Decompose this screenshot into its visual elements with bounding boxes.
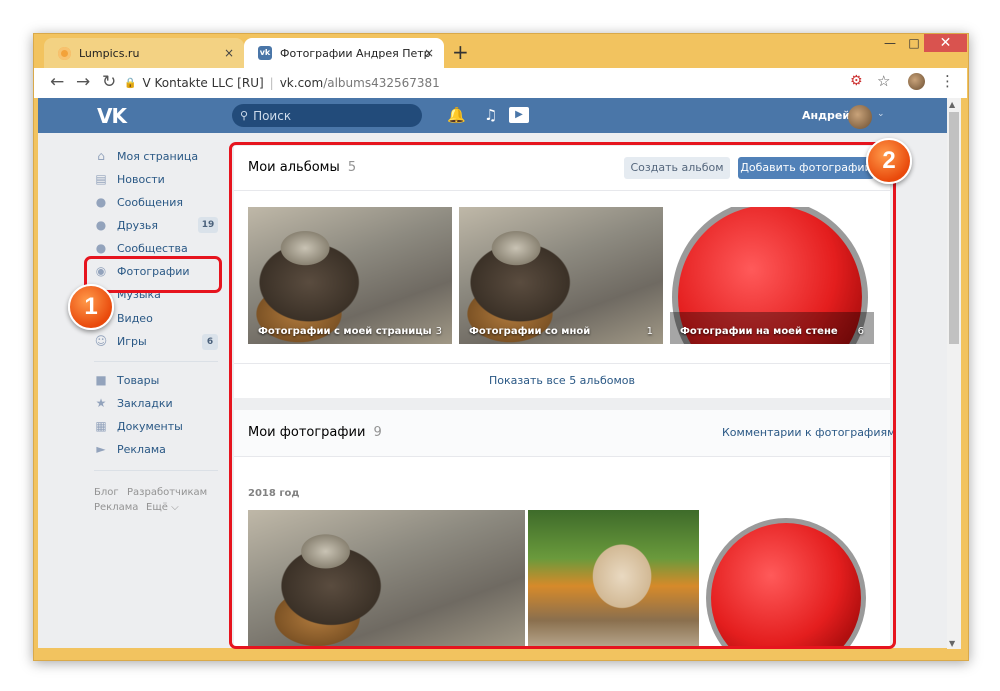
- tab-title: Фотографии Андрея Петрова –: [280, 46, 430, 60]
- sidebar-item-documents[interactable]: ▦ Документы: [94, 416, 183, 436]
- sidebar-item-bookmarks[interactable]: ★ Закладки: [94, 393, 173, 413]
- sidebar-item-label: Видео: [117, 311, 153, 325]
- footer-link-ads[interactable]: Реклама: [94, 502, 138, 513]
- sidebar-divider: [94, 361, 218, 362]
- forward-icon[interactable]: →: [76, 72, 90, 92]
- search-input[interactable]: ⚲ Поиск: [232, 104, 422, 127]
- sidebar-item-friends[interactable]: ● Друзья: [94, 215, 158, 235]
- shop-icon: ■: [95, 373, 107, 387]
- music-note-icon[interactable]: ♫: [484, 106, 497, 124]
- bell-icon[interactable]: 🔔: [447, 106, 466, 124]
- url-path: /albums432567381: [323, 76, 440, 90]
- document-icon: ▦: [95, 419, 107, 433]
- sidebar-item-my-page[interactable]: ⌂ Моя страница: [94, 146, 198, 166]
- close-tab-icon[interactable]: ×: [424, 46, 434, 60]
- vk-logo[interactable]: VK: [97, 104, 127, 128]
- news-icon: ▤: [95, 172, 107, 186]
- vk-favicon-icon: vk: [258, 46, 272, 60]
- sidebar-item-label: Игры: [117, 334, 147, 348]
- sidebar-item-goods[interactable]: ■ Товары: [94, 370, 159, 390]
- scrollbar-thumb[interactable]: [949, 112, 959, 344]
- bookmark-star-icon[interactable]: ☆: [877, 72, 890, 90]
- tab-title: Lumpics.ru: [79, 46, 140, 60]
- tab-vk-photos[interactable]: vk Фотографии Андрея Петрова – ×: [244, 38, 444, 68]
- footer-link-developers[interactable]: Разработчикам: [127, 487, 207, 498]
- chevron-down-icon[interactable]: ⌄: [877, 109, 885, 119]
- lumpics-favicon-icon: [58, 46, 71, 60]
- avatar[interactable]: [848, 105, 872, 129]
- scroll-up-icon[interactable]: ▲: [949, 100, 955, 109]
- sidebar-item-groups[interactable]: ● Сообщества: [94, 238, 188, 258]
- lock-icon: 🔒: [124, 77, 137, 89]
- footer-link-more[interactable]: Ещё ⌵: [146, 502, 179, 513]
- star-icon: ★: [95, 396, 107, 410]
- url-host: vk.com: [279, 76, 324, 90]
- sidebar-item-label: Новости: [117, 172, 165, 186]
- play-icon[interactable]: ▶: [509, 107, 529, 123]
- highlight-photos-menu: [84, 256, 222, 293]
- close-window-icon[interactable]: ✕: [924, 34, 967, 52]
- games-icon: ☺: [94, 334, 108, 348]
- friends-badge: 19: [198, 217, 218, 233]
- sidebar-item-label: Документы: [117, 419, 183, 433]
- annotation-marker-1: 1: [68, 284, 114, 330]
- sidebar-item-label: Сообщения: [117, 195, 184, 209]
- groups-icon: ●: [95, 241, 107, 255]
- sidebar-item-news[interactable]: ▤ Новости: [94, 169, 165, 189]
- search-icon: ⚲: [240, 109, 249, 122]
- new-tab-button[interactable]: +: [452, 40, 469, 64]
- site-info: V Kontakte LLC [RU]: [142, 76, 264, 90]
- extension-icon[interactable]: ⚙: [850, 73, 863, 89]
- annotation-marker-2: 2: [866, 138, 912, 184]
- games-badge: 6: [202, 334, 218, 350]
- friends-icon: ●: [95, 218, 107, 232]
- sidebar-item-label: Сообщества: [117, 241, 188, 255]
- sidebar-item-label: Моя страница: [117, 149, 199, 163]
- tab-lumpics[interactable]: Lumpics.ru ×: [44, 38, 244, 68]
- sidebar-item-label: Закладки: [117, 396, 173, 410]
- address-bar[interactable]: 🔒 V Kontakte LLC [RU] | vk.com /albums43…: [124, 72, 960, 94]
- sidebar-item-label: Друзья: [117, 218, 159, 232]
- search-placeholder: Поиск: [253, 108, 292, 123]
- home-icon: ⌂: [97, 149, 105, 163]
- messages-icon: ●: [95, 195, 107, 209]
- user-name[interactable]: Андрей: [802, 109, 850, 122]
- highlight-albums-area: [229, 142, 896, 649]
- profile-avatar-icon[interactable]: [908, 73, 925, 90]
- sidebar-item-messages[interactable]: ● Сообщения: [94, 192, 183, 212]
- sidebar-item-games[interactable]: ☺ Игры: [94, 331, 147, 351]
- sidebar-divider: [94, 470, 218, 471]
- reload-icon[interactable]: ↻: [102, 72, 116, 92]
- sidebar-item-ads[interactable]: ► Реклама: [94, 439, 166, 459]
- close-tab-icon[interactable]: ×: [224, 46, 234, 60]
- browser-menu-icon[interactable]: ⋮: [940, 72, 955, 90]
- scroll-down-icon[interactable]: ▼: [949, 639, 955, 648]
- back-icon[interactable]: ←: [50, 72, 64, 92]
- sidebar-item-label: Реклама: [117, 442, 166, 456]
- ads-icon: ►: [96, 442, 106, 456]
- footer-link-blog[interactable]: Блог: [94, 487, 119, 498]
- sidebar-item-label: Товары: [117, 373, 160, 387]
